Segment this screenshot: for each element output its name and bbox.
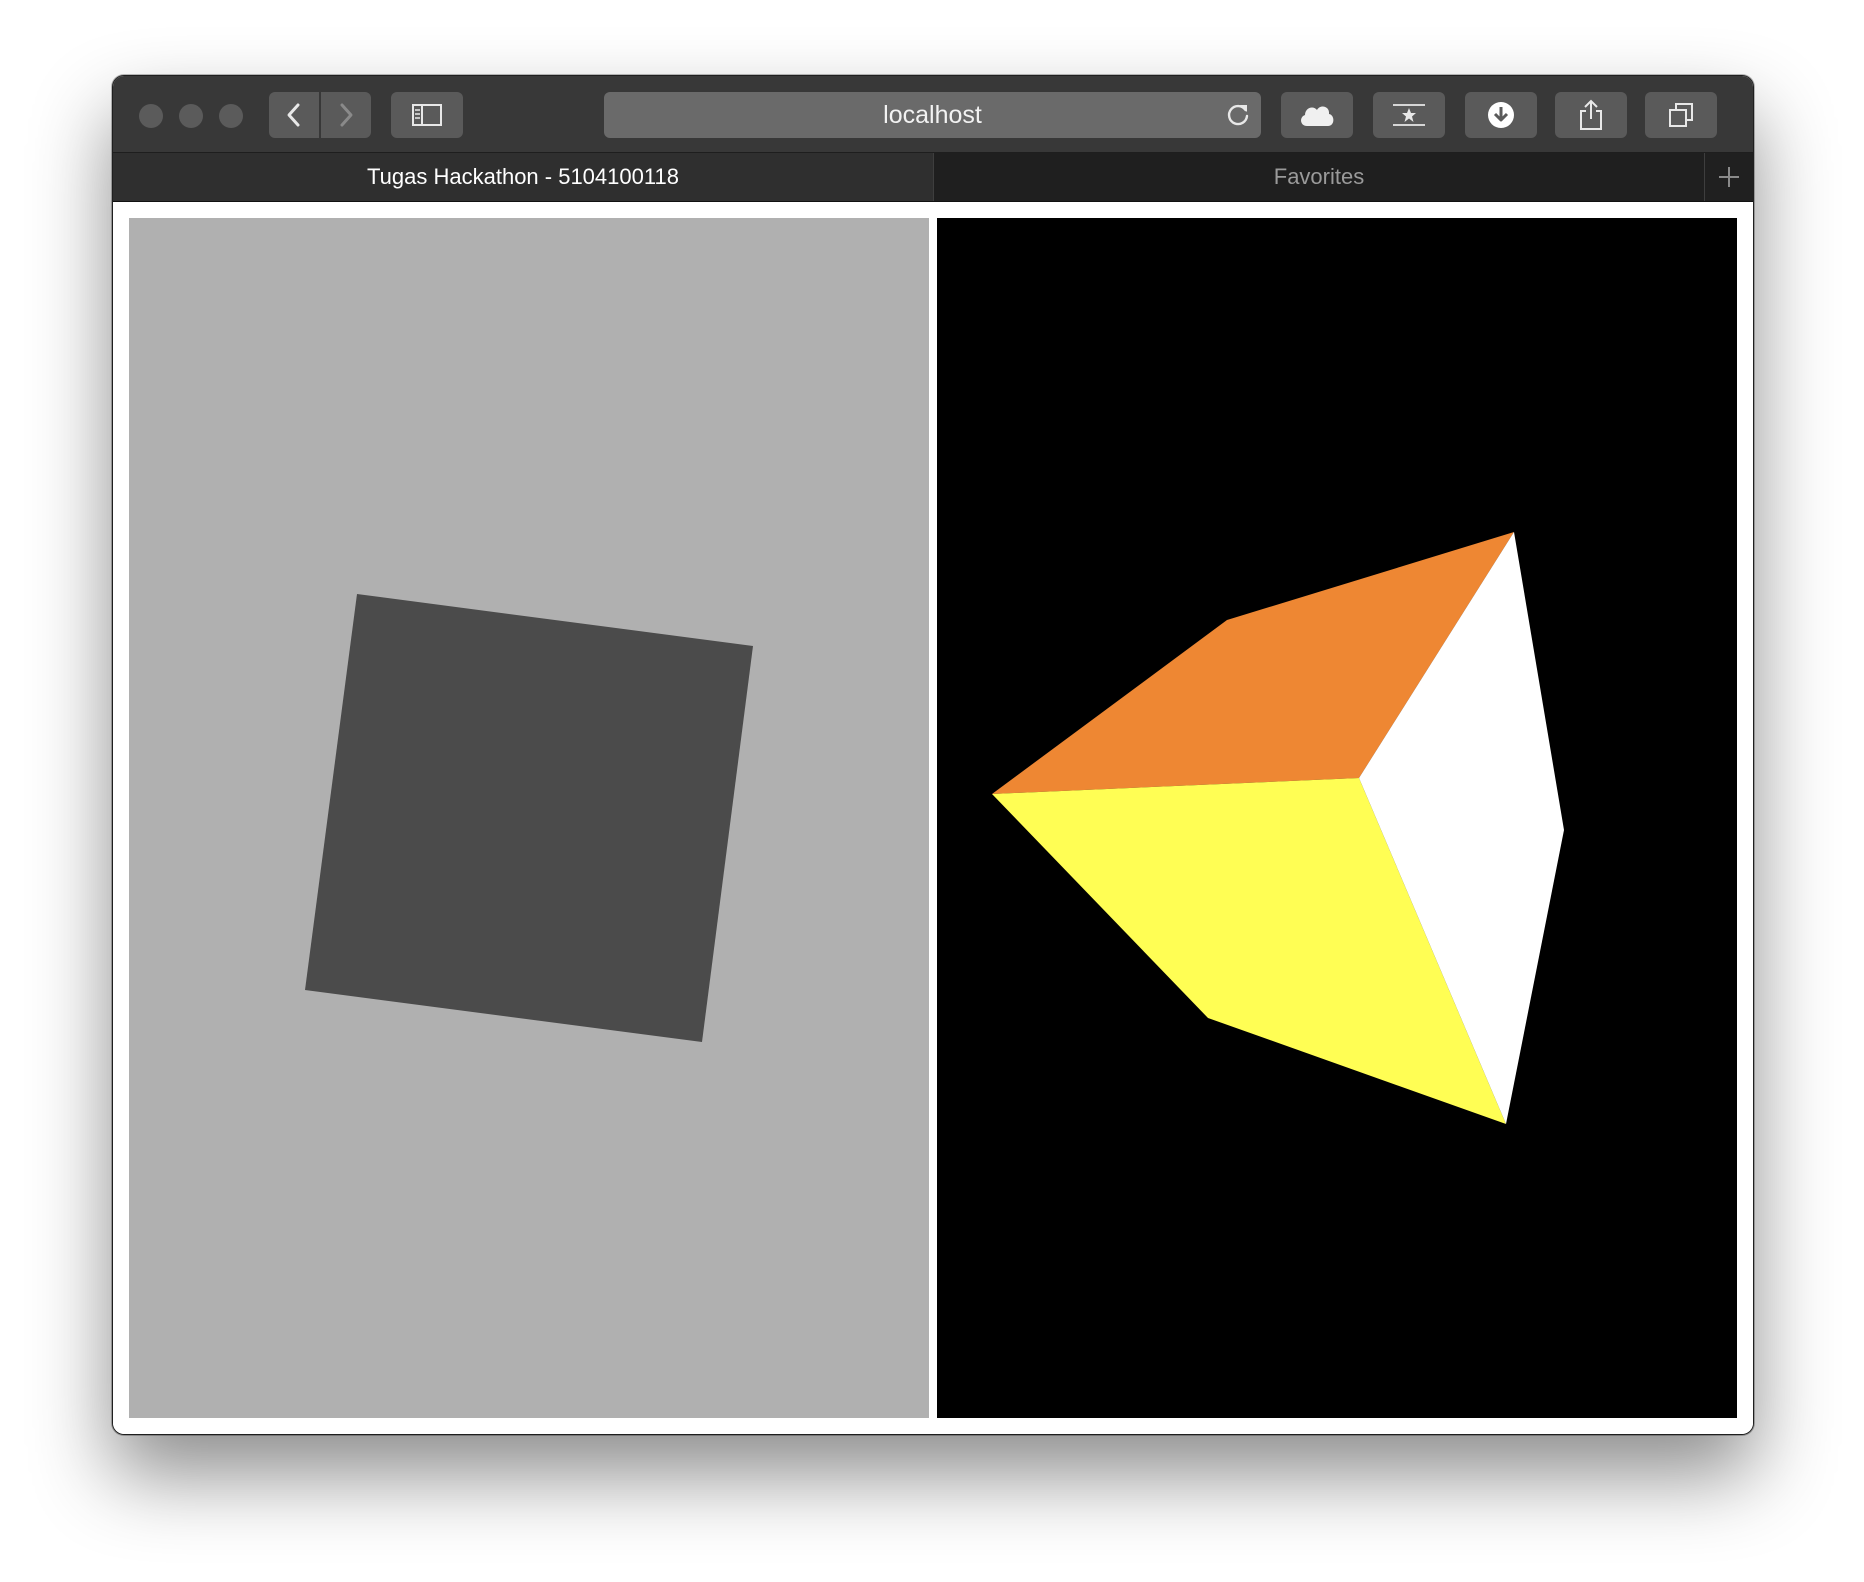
zoom-window-button[interactable] <box>219 104 243 128</box>
reading-list-button[interactable] <box>1373 92 1445 138</box>
tabs-overview-icon <box>1669 103 1693 127</box>
sidebar-icon <box>412 104 442 126</box>
share-icon <box>1580 99 1602 130</box>
download-icon <box>1488 102 1514 128</box>
reload-icon[interactable] <box>1225 102 1251 128</box>
cloud-icon <box>1301 106 1334 126</box>
canvas-2d-drawing <box>305 594 753 1042</box>
forward-button[interactable] <box>321 92 371 138</box>
tab-favorites[interactable]: Favorites <box>934 153 1705 201</box>
chevron-left-icon <box>287 103 300 127</box>
plus-icon <box>1719 167 1739 187</box>
share-button[interactable] <box>1555 92 1627 138</box>
tab-tugas-hackathon[interactable]: Tugas Hackathon - 5104100118 <box>113 153 934 201</box>
browser-window: localhost Tugas Hackathon - 5104100118 F… <box>112 75 1754 1435</box>
icloud-button[interactable] <box>1281 92 1353 138</box>
rotated-square <box>305 594 753 1042</box>
address-url: localhost <box>883 101 982 129</box>
navigation-buttons <box>269 92 371 138</box>
sidebar-button[interactable] <box>391 92 463 138</box>
tab-bar: Tugas Hackathon - 5104100118 Favorites <box>113 153 1753 202</box>
minimize-window-button[interactable] <box>179 104 203 128</box>
canvas-2d[interactable] <box>129 218 929 1418</box>
close-window-button[interactable] <box>139 104 163 128</box>
address-bar[interactable]: localhost <box>604 92 1261 138</box>
downloads-button[interactable] <box>1465 92 1537 138</box>
canvas-3d[interactable] <box>937 218 1737 1418</box>
back-button[interactable] <box>269 92 319 138</box>
canvas-3d-drawing <box>992 532 1564 1124</box>
reading-list-icon <box>1393 104 1425 126</box>
chevron-right-icon <box>340 103 353 127</box>
new-tab-button[interactable] <box>1705 153 1753 201</box>
browser-toolbar: localhost <box>113 76 1753 153</box>
tabs-overview-button[interactable] <box>1645 92 1717 138</box>
page-content <box>113 202 1753 1434</box>
